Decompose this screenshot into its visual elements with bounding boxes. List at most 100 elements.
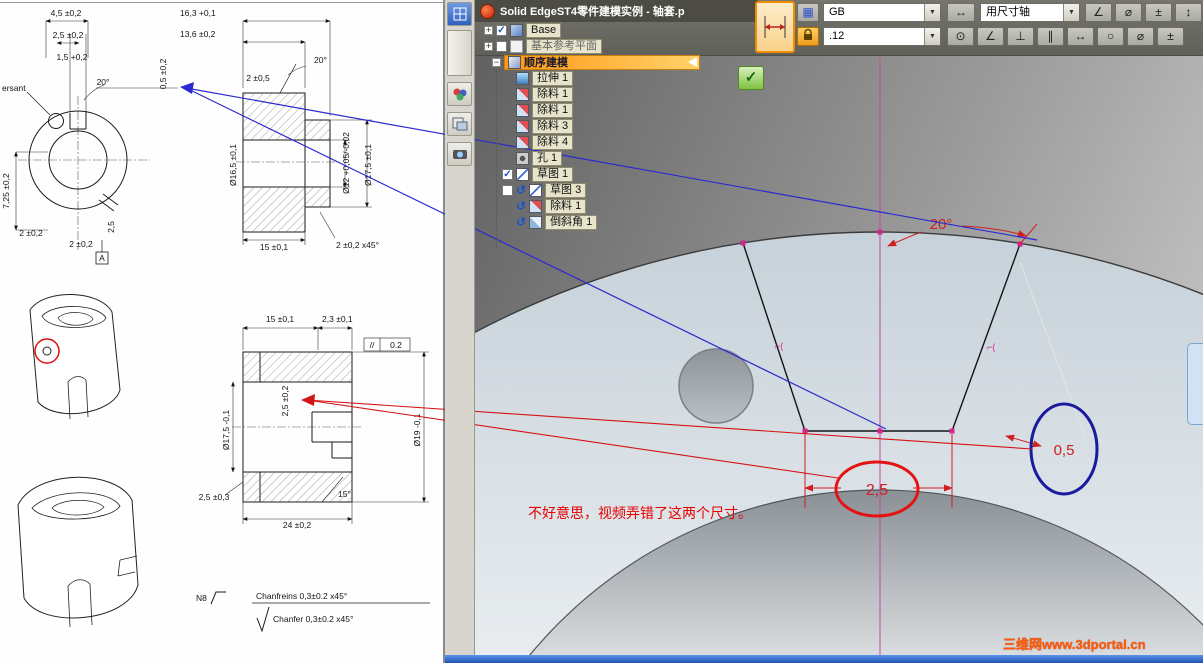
dropdown-arrow-icon[interactable]: ▼ <box>924 4 940 21</box>
text-size-select[interactable]: .12 ▼ <box>823 27 941 46</box>
tree-item-label[interactable]: 倒斜角 1 <box>545 214 598 230</box>
dim-label: 7,25 ±0,2 <box>1 173 11 209</box>
tree-item-label[interactable]: 草图 1 <box>532 166 574 182</box>
sketch-icon <box>529 183 543 197</box>
dim-label: 2,5 ±0,3 <box>199 492 230 502</box>
cutout-icon <box>516 103 529 117</box>
tree-item-cutout[interactable]: 除料 1 <box>478 86 718 102</box>
circle-tool-button[interactable]: ○ <box>1097 27 1124 46</box>
ordered-modeling-banner[interactable]: 顺序建模 <box>504 54 700 70</box>
tree-item-cutout[interactable]: 除料 3 <box>478 118 718 134</box>
checkbox-unchecked[interactable] <box>496 40 507 52</box>
cutout-icon <box>529 199 543 213</box>
tree-item-sketch-1[interactable]: ✓ 草图 1 <box>478 166 718 182</box>
dim-label: 2 ±0,2 <box>19 228 43 238</box>
dimension-style-select[interactable]: GB ▼ <box>823 3 941 22</box>
tree-item-cutout-rolled[interactable]: ↺ 除料 1 <box>478 198 718 214</box>
angle-tool-button[interactable]: ∠ <box>977 27 1004 46</box>
part-hole[interactable] <box>678 348 754 424</box>
distance-tool-button[interactable]: ↔ <box>1067 27 1094 46</box>
tree-item-sketch-3[interactable]: ↺ 草图 3 <box>478 182 718 198</box>
title-bar[interactable]: Solid EdgeST4零件建模实例 - 轴套.p <box>475 0 758 22</box>
text-size-value: .12 <box>829 30 845 42</box>
checkbox-unchecked[interactable] <box>502 184 513 196</box>
tree-item-ref-planes[interactable]: + 基本参考平面 <box>478 38 718 54</box>
collapse-icon[interactable]: − <box>492 57 501 67</box>
vertical-dimension-tool-button[interactable]: ↕ <box>1175 3 1202 22</box>
tree-item-ordered-modeling[interactable]: − 顺序建模 <box>478 54 718 70</box>
constraint-symbol: ⌐( <box>987 342 995 352</box>
tree-item-label[interactable]: 拉伸 1 <box>532 70 574 86</box>
parallel-tool-button[interactable]: ∥ <box>1037 27 1064 46</box>
hole-icon <box>516 151 529 165</box>
tree-item-label[interactable]: Base <box>526 22 562 38</box>
concentric-tool-button[interactable]: ⊙ <box>947 27 974 46</box>
expand-icon[interactable]: + <box>484 25 493 35</box>
symmetric-dimension-tool-button[interactable]: ± <box>1145 3 1172 22</box>
diameter-dimension-tool-button[interactable]: ⌀ <box>1115 3 1142 22</box>
camera-icon[interactable] <box>447 142 472 166</box>
rollback-icon: ↺ <box>516 182 527 197</box>
tree-item-label[interactable]: 除料 4 <box>532 134 574 150</box>
dim-label: 15 ±0,1 <box>266 314 295 324</box>
banner-label: 顺序建模 <box>524 57 568 69</box>
app-icon <box>480 3 495 19</box>
checkbox-checked[interactable]: ✓ <box>502 168 513 180</box>
dropdown-arrow-icon[interactable]: ▼ <box>1063 4 1079 21</box>
tree-item-label[interactable]: 孔 1 <box>532 150 563 166</box>
tree-item-cutout[interactable]: 除料 4 <box>478 134 718 150</box>
dock-grid-icon[interactable] <box>447 2 472 26</box>
cutout-icon <box>516 119 529 133</box>
tree-item-label[interactable]: 除料 1 <box>532 102 574 118</box>
accept-button[interactable]: ✓ <box>738 66 764 90</box>
tree-item-label[interactable]: 除料 3 <box>532 118 574 134</box>
tree-item-chamfer-rolled[interactable]: ↺ 倒斜角 1 <box>478 214 718 230</box>
tolerance-tool-button[interactable]: ± <box>1157 27 1184 46</box>
tree-item-label[interactable]: 基本参考平面 <box>526 38 602 54</box>
solid-edge-window: ⌐( ⌐( 20° 2,5 0,5 不好意思，视频弄错了这两个尺寸。 三维网ww… <box>129 0 1203 663</box>
tree-item-extrude[interactable]: 拉伸 1 <box>478 70 718 86</box>
dim-label: 2 ±0,5 <box>246 73 270 83</box>
left-dock-toolbar <box>445 0 475 663</box>
sheet-icon[interactable] <box>447 112 472 136</box>
angle-dimension-tool-button[interactable]: ∠ <box>1085 3 1112 22</box>
width-dimension-value[interactable]: 2,5 <box>866 482 888 499</box>
dim-label: Ø16,5 ±0,1 <box>228 144 238 186</box>
dropdown-arrow-icon[interactable]: ▼ <box>924 28 940 45</box>
diameter-tool-button[interactable]: ⌀ <box>1127 27 1154 46</box>
assembly-icon[interactable] <box>447 82 472 106</box>
angle-dimension-value[interactable]: 20° <box>930 216 953 233</box>
sketch-icon <box>516 167 529 181</box>
dim-label: 2 ±0,2 <box>69 239 93 249</box>
drawing-pane: 4,5 ±0,2 2,5 ±0,2 1,5 +0,2 20° 0,5 ±0,2 … <box>0 0 445 663</box>
offset-dimension-value[interactable]: 0,5 <box>1054 442 1075 459</box>
lock-icon-button[interactable] <box>797 27 819 46</box>
tree-item-label[interactable]: 除料 1 <box>545 198 587 214</box>
rollback-icon: ↺ <box>516 214 527 229</box>
tree-item-cutout[interactable]: 除料 1 <box>478 102 718 118</box>
dimension-axis-select[interactable]: 用尺寸轴 ▼ <box>980 3 1080 22</box>
dimension-grid-icon-button[interactable]: ▦ <box>797 3 819 22</box>
chamfer-note-fr: Chanfreins 0,3±0.2 x45° <box>256 591 347 601</box>
cutout-icon <box>516 135 529 149</box>
taskbar-strip <box>445 655 1203 663</box>
dim-label: 20° <box>314 55 327 65</box>
tree-item-label[interactable]: 除料 1 <box>532 86 574 102</box>
edgebar-tab[interactable] <box>1187 343 1203 425</box>
dock-tab[interactable] <box>447 30 472 76</box>
smart-dimension-active-tool[interactable] <box>755 1 795 53</box>
parallelism-symbol: // <box>370 340 375 350</box>
watermark: 三维网www.3dportal.cn <box>1003 637 1146 652</box>
tree-item-base[interactable]: + ✓ Base <box>478 22 718 38</box>
dim-label: 2,3 ±0,1 <box>322 314 353 324</box>
perpendicular-tool-button[interactable]: ⊥ <box>1007 27 1034 46</box>
expand-icon[interactable]: + <box>484 41 493 51</box>
tree-item-label[interactable]: 草图 3 <box>545 182 587 198</box>
distance-between-tool-button[interactable]: ↔ <box>947 3 975 22</box>
rollback-icon: ↺ <box>516 198 527 213</box>
tree-item-hole[interactable]: 孔 1 <box>478 150 718 166</box>
dim-label: Ø17,5 -0,1 <box>221 410 231 450</box>
checkbox-checked[interactable]: ✓ <box>496 24 507 36</box>
parallelism-value: 0.2 <box>390 340 402 350</box>
dim-label: Ø12 +0,05/-0,02 <box>341 132 351 194</box>
